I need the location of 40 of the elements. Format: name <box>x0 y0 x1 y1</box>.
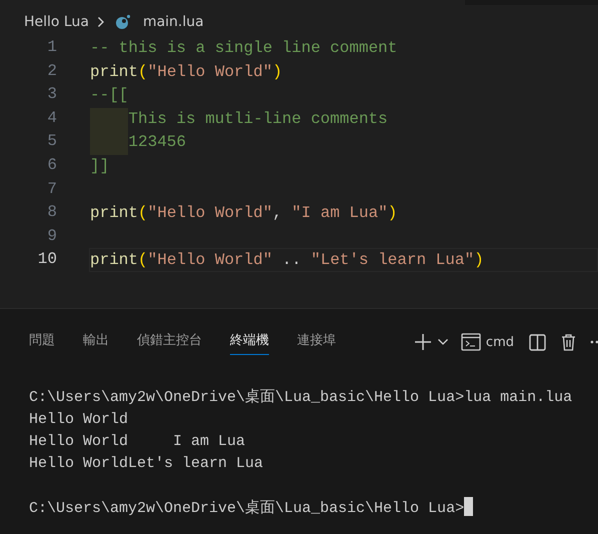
code-line: print("Hello World" .. "Let's learn Lua") <box>90 250 484 271</box>
line-number: 1 <box>46 37 57 58</box>
code-line: print("Hello World", "I am Lua") <box>90 203 398 224</box>
code-line: ]] <box>90 156 110 177</box>
line-number: 6 <box>46 154 57 176</box>
split-icon[interactable] <box>529 334 546 351</box>
line-number: 3 <box>46 84 57 106</box>
line-number: 2 <box>46 60 57 82</box>
line-number: 9 <box>46 226 57 247</box>
caret-icon[interactable] <box>436 338 449 346</box>
plus-icon[interactable] <box>414 333 432 352</box>
panel-tab[interactable]: 偵錯主控台 <box>137 330 202 355</box>
code-line: print("Hello World") <box>90 62 282 82</box>
terminal-line: Hello World <box>29 411 128 428</box>
line-number: 5 <box>46 131 57 152</box>
terminal-line: C:\Users\amy2w\OneDrive\桌面\Lua_basic\Hello Lua>lua main.lua <box>29 389 572 406</box>
code-line: -- this is a single line comment <box>90 38 398 59</box>
panel-tab[interactable]: 輸出 <box>83 330 109 355</box>
panel-tab[interactable]: 問題 <box>29 330 55 355</box>
terminal-profile-button[interactable]: cmd <box>460 332 514 352</box>
line-number: 8 <box>46 202 57 224</box>
panel-tab[interactable]: 連接埠 <box>297 330 336 355</box>
terminal-line: Hello WorldLet's learn Lua <box>29 455 264 472</box>
more-icon[interactable] <box>590 340 598 344</box>
code-line: --[[ <box>90 85 128 106</box>
terminal-icon <box>460 333 481 352</box>
chevron-icon <box>96 16 105 28</box>
lua-file-icon <box>114 14 131 30</box>
code-line: 123456 <box>128 132 186 153</box>
line-number: 7 <box>46 178 57 200</box>
breadcrumb-folder[interactable]: Hello Lua <box>24 12 89 32</box>
terminal-line: C:\Users\amy2w\OneDrive\桌面\Lua_basic\Hello Lua> <box>29 500 464 517</box>
text-cursor <box>464 497 474 516</box>
line-number: 10 <box>36 249 57 270</box>
panel-tab[interactable]: 終端機 <box>230 330 269 355</box>
trash-icon[interactable] <box>561 334 576 351</box>
code-line: This is mutli-line comments <box>128 108 388 130</box>
breadcrumb-file[interactable]: main.lua <box>142 12 204 32</box>
line-number: 4 <box>46 108 57 129</box>
terminal-line: Hello World I am Lua <box>29 433 246 450</box>
